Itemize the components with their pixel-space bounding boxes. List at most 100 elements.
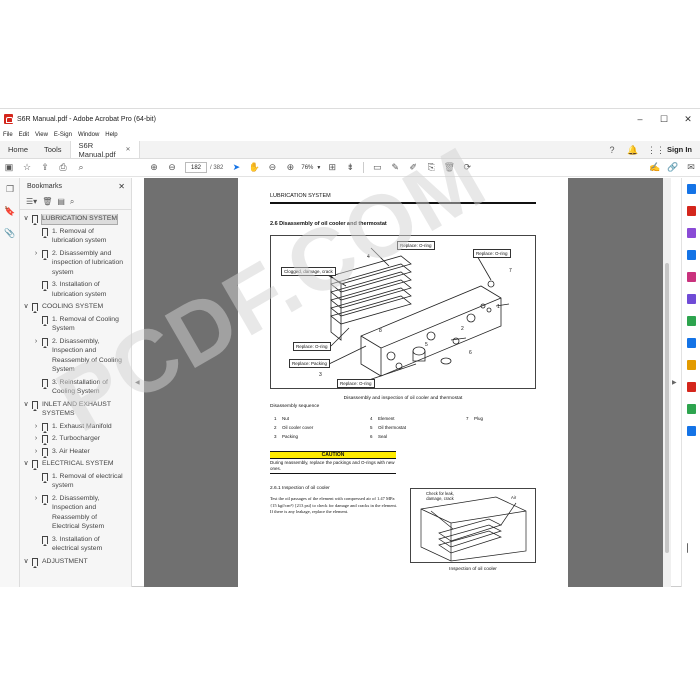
chevron-right-icon[interactable]: ›	[32, 447, 40, 457]
more-tools-icon[interactable]	[682, 420, 700, 442]
zoom-out-icon[interactable]: ⊖	[263, 160, 281, 176]
zoom-in-icon[interactable]: ⊕	[281, 160, 299, 176]
seq-num: 7	[466, 416, 469, 421]
seq-num: 3	[274, 434, 277, 439]
find-bookmark-icon[interactable]: ⌕	[70, 197, 74, 207]
comment-tool-icon[interactable]	[682, 354, 700, 376]
redact-icon[interactable]	[682, 332, 700, 354]
chevron-right-icon[interactable]: ›	[32, 434, 40, 444]
more-tools-icon-glyph	[687, 426, 696, 436]
bookmark-star-icon[interactable]: ☆	[18, 160, 36, 176]
compress-icon[interactable]	[682, 310, 700, 332]
chevron-right-icon[interactable]: ›	[32, 422, 40, 432]
edit-sign-icon[interactable]: ✍	[646, 160, 664, 176]
hand-tool-icon[interactable]: ✋	[245, 160, 263, 176]
menu-view[interactable]: View	[35, 132, 48, 138]
chevron-right-icon[interactable]: ›	[32, 494, 40, 504]
chevron-right-icon[interactable]: ›	[32, 337, 40, 347]
maximize-button[interactable]: ☐	[652, 114, 676, 125]
delete-icon[interactable]: 🗑	[440, 160, 458, 176]
menu-help[interactable]: Help	[105, 132, 117, 138]
scrollbar-thumb[interactable]	[665, 263, 669, 553]
menu-esign[interactable]: E-Sign	[54, 132, 72, 138]
menu-window[interactable]: Window	[78, 132, 99, 138]
pen-icon[interactable]: ✎	[386, 160, 404, 176]
bookmark-flag-icon	[32, 215, 38, 225]
highlight-icon[interactable]: ✐	[404, 160, 422, 176]
close-window-button[interactable]: ✕	[676, 114, 700, 125]
fill-sign-icon[interactable]	[682, 288, 700, 310]
edit-pdf-icon[interactable]	[682, 244, 700, 266]
chevron-right-icon[interactable]: ›	[32, 249, 40, 259]
page-thumbnails-icon[interactable]: ❐	[0, 178, 20, 200]
rotate-icon[interactable]: ⟳	[458, 160, 476, 176]
print-icon[interactable]: ⎙	[54, 160, 72, 176]
chevron-down-icon[interactable]: ∨	[22, 302, 30, 312]
bookmark-item[interactable]: ∨ INLET AND EXHAUST SYSTEMS	[20, 400, 126, 419]
bookmark-item[interactable]: › 2. Disassembly, Inspection and Reassemb…	[20, 494, 126, 532]
bookmark-item[interactable]: › 2. Disassembly, Inspection and Reassemb…	[20, 337, 126, 375]
link-icon[interactable]: 🔗	[664, 160, 682, 176]
seq-num: 2	[274, 425, 277, 430]
bookmark-item[interactable]: 3. Installation of electrical system	[20, 535, 126, 554]
bookmark-item[interactable]: ∨ ADJUSTMENT	[20, 557, 126, 568]
search-tool-icon[interactable]	[682, 178, 700, 200]
fit-page-icon[interactable]: ⊞	[323, 160, 341, 176]
bookmark-item[interactable]: ∨ ELECTRICAL SYSTEM	[20, 459, 126, 470]
print-production-icon[interactable]	[682, 398, 700, 420]
upload-icon[interactable]: ⇪	[36, 160, 54, 176]
help-icon[interactable]: ?	[607, 145, 617, 155]
protect-icon[interactable]	[682, 376, 700, 398]
tab-document[interactable]: S6R Manual.pdf ✕	[69, 141, 140, 159]
collapse-right-icon[interactable]: ▶	[672, 379, 677, 386]
bookmark-item[interactable]: › 2. Disassembly and inspection of lubric…	[20, 249, 126, 278]
chevron-down-icon[interactable]: ∨	[22, 557, 30, 567]
chevron-down-icon[interactable]: ∨	[22, 400, 30, 410]
minimize-button[interactable]: –	[628, 114, 652, 125]
tab-tools[interactable]: Tools	[36, 141, 70, 158]
bookmark-item[interactable]: ∨ COOLING SYSTEM	[20, 302, 126, 313]
organize-pages-icon[interactable]	[682, 266, 700, 288]
bookmark-item[interactable]: 3. Reinstallation of Cooling System	[20, 378, 126, 397]
page-number-input[interactable]: 182	[185, 162, 207, 173]
close-tab-icon[interactable]: ✕	[126, 146, 131, 153]
bookmark-item[interactable]: 1. Removal of lubrication system	[20, 227, 126, 246]
select-cursor-icon[interactable]: ➤	[227, 160, 245, 176]
apps-grid-icon[interactable]: ⋮⋮	[647, 145, 665, 155]
bookmark-options-icon[interactable]: ☰▾	[26, 197, 37, 206]
bookmarks-icon[interactable]: 🔖	[0, 200, 20, 222]
export-pdf-icon[interactable]	[682, 200, 700, 222]
close-panel-icon[interactable]: ✕	[118, 182, 125, 191]
chevron-down-icon[interactable]: ∨	[22, 459, 30, 469]
collapse-left-icon[interactable]: ◀	[135, 379, 140, 386]
menu-file[interactable]: File	[3, 132, 13, 138]
bookmark-item[interactable]: 1. Removal of Cooling System	[20, 315, 126, 334]
search-icon[interactable]: ⌕	[72, 160, 90, 176]
chevron-down-icon[interactable]: ∨	[22, 214, 30, 224]
comment-icon[interactable]: ▭	[368, 160, 386, 176]
new-bookmark-icon[interactable]: ▤	[57, 197, 65, 206]
stamp-icon[interactable]: ⎘	[422, 160, 440, 176]
sign-in-button[interactable]: Sign In	[667, 145, 692, 154]
scroll-mode-icon[interactable]: ⇟	[341, 160, 359, 176]
document-scrollbar[interactable]	[663, 178, 671, 587]
previous-page-icon[interactable]: ⊕	[145, 160, 163, 176]
create-pdf-icon[interactable]	[682, 222, 700, 244]
tab-home[interactable]: Home	[0, 141, 36, 158]
bookmark-item[interactable]: ∨ LUBRICATION SYSTEM	[20, 214, 126, 225]
menu-edit[interactable]: Edit	[19, 132, 29, 138]
bell-icon[interactable]: 🔔	[627, 145, 638, 155]
attachments-icon[interactable]: 📎	[0, 222, 20, 244]
next-page-icon[interactable]: ⊖	[163, 160, 181, 176]
bookmark-item[interactable]: › 1. Exhaust Manifold	[20, 422, 126, 433]
zoom-select[interactable]: 76% ▼	[301, 165, 321, 171]
bookmark-item[interactable]: › 3. Air Heater	[20, 447, 126, 458]
save-icon[interactable]: ▣	[0, 160, 18, 176]
expand-icon[interactable]	[682, 442, 700, 553]
delete-bookmark-icon[interactable]: 🗑	[42, 197, 52, 206]
bookmark-item[interactable]: 3. Installation of lubrication system	[20, 280, 126, 299]
bookmark-item[interactable]: 1. Removal of electrical system	[20, 472, 126, 491]
tab-bar: Home Tools S6R Manual.pdf ✕ ? 🔔 ⋮⋮ Sign …	[0, 141, 700, 159]
share-icon[interactable]: ✉	[682, 160, 700, 176]
bookmark-item[interactable]: › 2. Turbocharger	[20, 434, 126, 445]
